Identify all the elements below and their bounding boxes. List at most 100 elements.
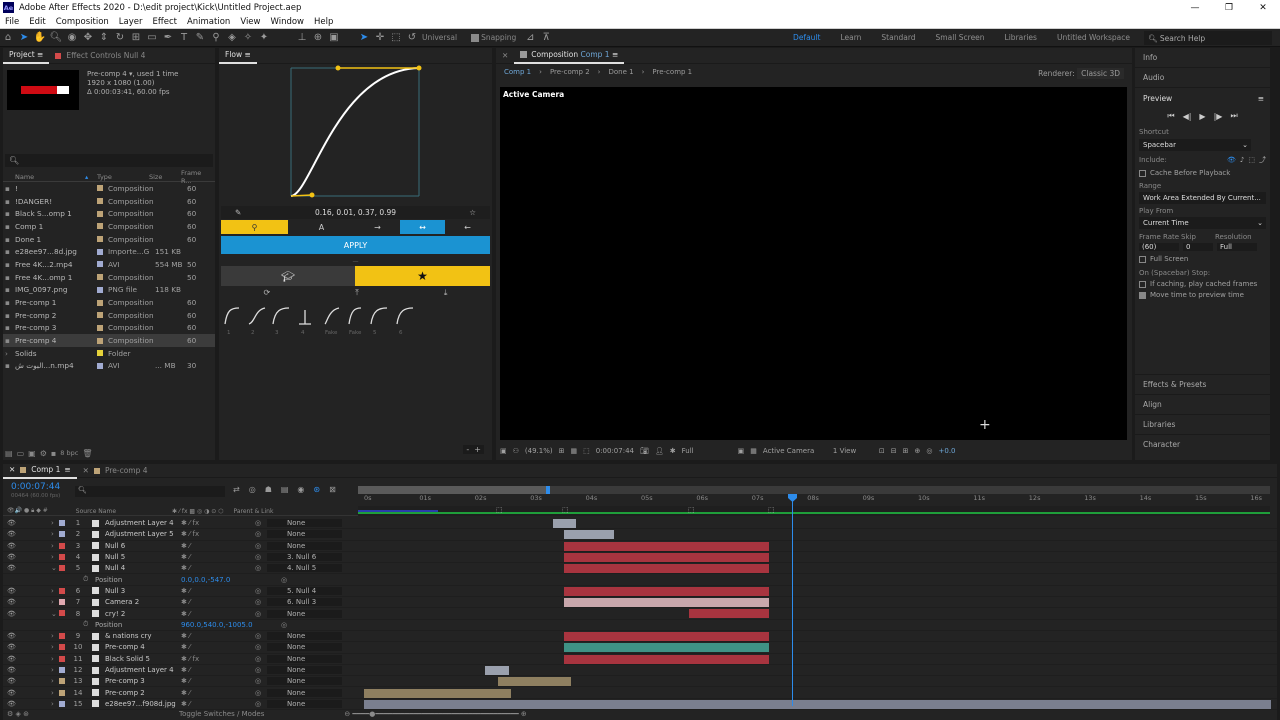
source-name-col[interactable]: Source Name (76, 508, 116, 515)
project-item[interactable]: ▪ Black S...omp 1 Composition 60 (3, 207, 215, 220)
rectangle-tool-icon[interactable]: ▭ (144, 30, 160, 46)
visibility-eye-icon[interactable]: 👁︎ (7, 700, 16, 708)
parent-pickwhip-icon[interactable]: ◎ (255, 632, 261, 640)
maximize-button[interactable]: ❐ (1212, 0, 1246, 15)
menu-view[interactable]: View (235, 17, 265, 27)
layer-row[interactable]: 👁︎ › 6 Null 3 ✱ ⁄ ◎ 5. Null 4 (3, 586, 1277, 598)
graph-toggle-icon[interactable]: ⊠ (329, 485, 336, 494)
exposure-value[interactable]: +0.0 (939, 447, 956, 455)
visibility-eye-icon[interactable]: 👁︎ (7, 610, 16, 618)
fast-preview-icon[interactable]: ⊟ (891, 447, 897, 455)
layer-row[interactable]: 👁︎ › 11 Black Solid 5 ✱ ⁄ fx ◎ None (3, 654, 1277, 665)
current-time-field[interactable]: 0:00:07:44 (596, 447, 634, 455)
expression-pickwhip-icon[interactable]: ◎ (281, 576, 287, 584)
breadcrumb-item[interactable]: Comp 1 (496, 68, 539, 76)
visibility-eye-icon[interactable]: 👁︎ (7, 598, 16, 606)
layer-label-color[interactable] (59, 678, 65, 685)
layer-label-color[interactable] (59, 565, 65, 572)
visibility-eye-icon[interactable]: 👁︎ (7, 643, 16, 651)
layer-label-color[interactable] (59, 587, 65, 594)
visibility-eye-icon[interactable]: 👁︎ (7, 677, 16, 685)
workspace-default[interactable]: Default (783, 33, 830, 42)
close-tab-icon[interactable]: ✕ (83, 466, 89, 475)
timeline-tab[interactable]: ✕ Comp 1 ≡ (3, 464, 77, 479)
pen-tool-icon[interactable]: ✒ (160, 30, 176, 46)
timeline-tab[interactable]: ✕ Pre-comp 4 (77, 464, 154, 479)
menu-edit[interactable]: Edit (24, 17, 50, 27)
brush-tool-icon[interactable]: ✎ (192, 30, 208, 46)
project-item[interactable]: ▪ Free 4K...omp 1 Composition 50 (3, 271, 215, 284)
include-export-icon[interactable]: ⤴ (1259, 155, 1266, 165)
col-fps[interactable]: Frame R... (181, 169, 211, 185)
tab-menu-icon[interactable]: ≡ (64, 465, 70, 474)
label-color-swatch[interactable] (97, 198, 103, 205)
upload-icon[interactable]: ⤒ (355, 288, 359, 300)
layer-row[interactable]: 👁︎ › 3 Null 6 ✱ ⁄ ◎ None (3, 541, 1277, 552)
renderer-dropdown[interactable]: Classic 3D (1077, 68, 1124, 79)
expand-chevron-icon[interactable]: › (51, 598, 54, 606)
layer-duration-bar[interactable] (498, 677, 571, 687)
menu-effect[interactable]: Effect (148, 17, 182, 27)
project-item[interactable]: ▪ Pre-comp 1 Composition 60 (3, 296, 215, 309)
stopwatch-icon[interactable]: ⏱ (83, 575, 88, 584)
workspace-libraries[interactable]: Libraries (995, 33, 1047, 42)
snap-magnet-icon[interactable]: ⊼ (538, 30, 554, 46)
visibility-eye-icon[interactable]: 👁︎ (7, 632, 16, 640)
layer-label-color[interactable] (59, 644, 65, 651)
view-layout-dropdown[interactable]: 1 View (833, 447, 873, 455)
project-item[interactable]: ▪ !DANGER! Composition 60 (3, 195, 215, 208)
parent-dropdown[interactable]: 4. Null 5 (267, 564, 342, 573)
snap-option-icon[interactable]: ⊿ (522, 30, 538, 46)
breadcrumb-item[interactable]: Pre-comp 2 (542, 68, 598, 76)
property-row[interactable]: ⏱ Position 960.0,540.0,-1005.0 ◎ (3, 620, 1277, 631)
switches-icon[interactable]: ✱ ⁄ fx (181, 655, 199, 663)
motion-blur-icon[interactable]: ◉ (297, 485, 304, 494)
layer-name[interactable]: Null 6 (105, 542, 179, 550)
flow-text-icon[interactable]: A (288, 220, 355, 234)
project-item[interactable]: ▪ Pre-comp 3 Composition 60 (3, 322, 215, 335)
switches-icon[interactable]: ✱ ⁄ (181, 677, 190, 685)
favorites-star-button[interactable]: ★ (355, 266, 490, 286)
switches-icon[interactable]: ✱ ⁄ (181, 689, 190, 697)
visibility-eye-icon[interactable]: 👁︎ (7, 587, 16, 595)
axis-local-icon[interactable]: ⊥ (294, 30, 310, 46)
layer-duration-bar[interactable] (364, 688, 511, 698)
parent-pickwhip-icon[interactable]: ◎ (255, 610, 261, 618)
switches-icon[interactable]: ✱ ⁄ (181, 700, 190, 708)
label-color-swatch[interactable] (97, 261, 103, 268)
parent-pickwhip-icon[interactable]: ◎ (255, 587, 261, 595)
shortcut-dropdown[interactable]: Spacebar ⌄ (1139, 139, 1251, 151)
project-item[interactable]: › Solids Folder (3, 347, 215, 360)
rotate-tool-icon[interactable]: ↻ (112, 30, 128, 46)
comp-mini-flowchart-icon[interactable]: ⇄ (233, 485, 240, 494)
layer-label-color[interactable] (59, 610, 65, 617)
draft-3d-icon[interactable]: ◎ (249, 485, 256, 494)
layer-duration-bar[interactable] (564, 643, 769, 653)
workspace-untitled-workspace[interactable]: Untitled Workspace (1047, 33, 1140, 42)
expand-chevron-icon[interactable]: › (51, 689, 54, 697)
shy-layers-icon[interactable]: ☗ (265, 485, 272, 494)
project-item[interactable]: ▪ Done 1 Composition 60 (3, 233, 215, 246)
layer-label-color[interactable] (59, 599, 65, 606)
tab-flow[interactable]: Flow ≡ (219, 48, 257, 64)
visibility-eye-icon[interactable]: 👁︎ (7, 519, 16, 527)
cache-checkbox[interactable]: Cache Before Playback (1139, 169, 1266, 177)
parent-dropdown[interactable]: 3. Null 6 (267, 553, 342, 562)
playhead[interactable] (792, 494, 793, 706)
layer-name[interactable]: Null 5 (105, 553, 179, 561)
label-color-swatch[interactable] (97, 210, 103, 217)
panel-libraries[interactable]: Libraries (1135, 414, 1270, 434)
breadcrumb-item[interactable]: Done 1 (600, 68, 641, 76)
switches-icon[interactable]: ✱ ⁄ (181, 587, 190, 595)
puppet-pin-icon[interactable]: ✦ (256, 30, 272, 46)
layer-row[interactable]: 👁︎ › 13 Pre-comp 3 ✱ ⁄ ◎ None (3, 676, 1277, 688)
timeline-search-input[interactable]: 🔍︎ (75, 486, 225, 497)
visibility-eye-icon[interactable]: 👁︎ (7, 530, 16, 538)
trash-icon[interactable]: 🗑 (82, 449, 92, 458)
label-color-swatch[interactable] (97, 185, 103, 192)
home-icon[interactable]: ⌂ (0, 30, 16, 46)
property-row[interactable]: ⏱ Position 0.0,0.0,-547.0 ◎ (3, 575, 1277, 586)
exposure-reset-icon[interactable]: ◎ (926, 447, 932, 455)
menu-animation[interactable]: Animation (182, 17, 235, 27)
edit-value-icon[interactable]: ✎ (235, 208, 241, 217)
